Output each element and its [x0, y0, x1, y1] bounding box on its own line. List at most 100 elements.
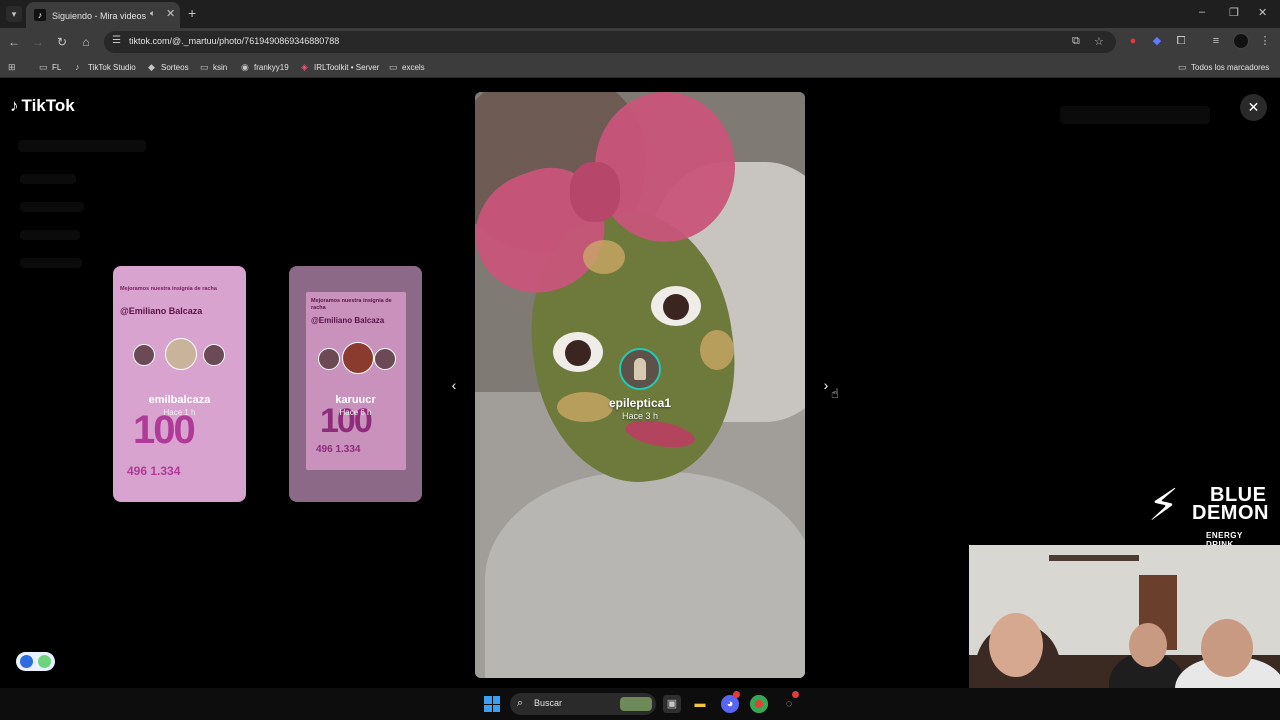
irltoolkit-icon: ◈ — [301, 62, 308, 72]
webcam-shelf — [1049, 555, 1139, 561]
apps-grid-icon[interactable]: ⊞ — [8, 61, 21, 73]
story-thumbnail: Mejoramos nuestra insignia de racha @Emi… — [113, 266, 246, 502]
bookmark-frankyy19[interactable]: ◉ frankyy19 — [241, 61, 289, 73]
photo-pupil — [565, 340, 591, 366]
extensions-puzzle-icon[interactable]: ⧠ — [1173, 33, 1189, 49]
floating-helper-widget[interactable] — [16, 652, 55, 671]
background-header-ghost — [1060, 106, 1210, 124]
avatar — [318, 348, 340, 370]
browser-toolbar: ← → ↻ ⌂ ☰ tiktok.com/@._martuu/photo/761… — [0, 28, 1280, 56]
brand-line2: DEMON — [1192, 502, 1269, 524]
story-card-emilbalcaza[interactable]: Mejoramos nuestra insignia de racha @Emi… — [113, 266, 246, 502]
author-time: Hace 3 h — [621, 411, 659, 421]
folder-icon: ▭ — [1178, 62, 1187, 72]
bookmark-tiktok-studio[interactable]: ♪ TikTok Studio — [75, 61, 136, 73]
tiktok-note-icon: ♪ — [10, 96, 19, 115]
author-avatar[interactable] — [619, 348, 661, 390]
notification-badge — [733, 691, 740, 698]
story-time: Hace 6 h — [339, 408, 372, 417]
folder-icon: ▭ — [200, 62, 209, 72]
hand-cursor-icon: ☝︎ — [831, 386, 839, 401]
chrome-icon[interactable] — [750, 695, 768, 713]
webcam-face — [989, 613, 1043, 677]
task-view-icon[interactable]: ▣ — [663, 695, 681, 713]
menu-kebab-icon[interactable]: ⋮ — [1257, 33, 1273, 49]
photo-shirt — [485, 472, 805, 678]
forward-button[interactable]: → — [29, 33, 47, 51]
windows-taskbar: ⌕ Buscar ▣ ▬ ◕ ◌ — [0, 688, 1280, 720]
current-story-photo[interactable]: epileptica1 Hace 3 h — [475, 92, 805, 678]
photo-pupil — [663, 294, 689, 320]
minimize-button[interactable]: – — [1199, 6, 1205, 18]
card-avatars — [316, 342, 396, 382]
folder-icon: ▭ — [389, 62, 398, 72]
play-icon — [20, 655, 33, 668]
avatar — [165, 338, 197, 370]
reload-button[interactable]: ↻ — [53, 33, 71, 51]
photo-eye — [553, 332, 603, 372]
card-avatars — [131, 338, 227, 378]
taskbar-search-label: Buscar — [534, 698, 563, 708]
file-explorer-icon[interactable]: ▬ — [691, 695, 709, 713]
search-highlight-image — [620, 697, 652, 711]
tiktok-icon: ♪ — [75, 62, 80, 72]
background-nav-ghost — [20, 258, 82, 268]
bookmark-star-icon[interactable]: ☆ — [1094, 35, 1104, 48]
story-time: Hace 1 h — [163, 408, 196, 417]
story-username: karuucr — [335, 394, 376, 406]
address-bar[interactable]: ☰ tiktok.com/@._martuu/photo/76194908693… — [104, 31, 1116, 53]
tiktok-favicon-icon: ♪ — [34, 9, 46, 21]
streak-stats: 496 1.334 — [316, 444, 361, 455]
story-card-karuucr[interactable]: Mejoramos nuestra insignia de racha @Emi… — [289, 266, 422, 502]
author-username[interactable]: epileptica1 — [475, 396, 805, 410]
tiktok-logo[interactable]: ♪ TikTok — [10, 95, 75, 117]
speaker-icon[interactable]: 🔈︎ — [150, 8, 155, 19]
photo-eye — [651, 286, 701, 326]
avatar — [203, 344, 225, 366]
card-headline: Mejoramos nuestra insignia de racha — [311, 298, 392, 311]
previous-story-button[interactable]: ‹ — [443, 374, 465, 396]
browser-tab-active[interactable]: ♪ Siguiendo - Mira videos pu... 🔈︎ ✕ — [26, 2, 180, 28]
story-thumbnail: Mejoramos nuestra insignia de racha @Emi… — [306, 292, 406, 470]
sponsor-logo: ⚡︎ BLUE DEMON ENERGY DRINK — [1148, 476, 1272, 549]
bookmark-fl[interactable]: ▭ FL — [39, 61, 61, 73]
tab-close-icon[interactable]: ✕ — [166, 7, 175, 20]
url-text[interactable]: tiktok.com/@._martuu/photo/7619490869346… — [129, 36, 339, 46]
media-controls-icon[interactable]: ≡ — [1208, 33, 1224, 49]
avatar — [634, 358, 646, 380]
extension-red-icon[interactable]: ● — [1125, 33, 1141, 49]
running-figure-icon: ⚡︎ — [1148, 481, 1179, 530]
window-close-button[interactable]: ✕ — [1258, 6, 1267, 19]
tab-search-button[interactable]: ▾ — [6, 6, 22, 22]
restore-button[interactable]: ❐ — [1229, 6, 1239, 19]
new-tab-button[interactable]: + — [188, 5, 196, 21]
folder-icon: ▭ — [39, 62, 48, 72]
background-nav-ghost — [20, 174, 76, 184]
bookmarks-bar: ⊞ ▭ FL ♪ TikTok Studio ◆ Sorteos ▭ ksin ◉ fra… — [0, 56, 1280, 78]
site-info-icon[interactable]: ☰ — [112, 35, 121, 46]
bookmark-excels[interactable]: ▭ excels — [389, 61, 425, 73]
bookmark-ksin[interactable]: ▭ ksin — [200, 61, 227, 73]
webcam-face — [1129, 623, 1167, 667]
card-handle: @Emiliano Balcaza — [311, 316, 385, 325]
webcam-face — [1201, 619, 1253, 677]
background-nav-ghost — [20, 202, 84, 212]
windows-start-button[interactable] — [484, 696, 500, 712]
taskbar-search[interactable]: ⌕ Buscar — [510, 693, 656, 715]
avatar — [374, 348, 396, 370]
back-button[interactable]: ← — [5, 33, 23, 51]
profile-avatar[interactable] — [1233, 33, 1249, 49]
card-handle: @Emiliano Balcaza — [120, 306, 203, 316]
photo-spot — [700, 330, 734, 370]
avatar — [342, 342, 374, 374]
streak-stats: 496 1.334 — [127, 464, 181, 478]
bookmark-sorteos[interactable]: ◆ Sorteos — [148, 61, 189, 73]
status-icon — [38, 655, 51, 668]
close-viewer-button[interactable]: ✕ — [1240, 94, 1267, 121]
install-app-icon[interactable]: ⧉ — [1072, 35, 1080, 48]
all-bookmarks[interactable]: ▭ Todos los marcadores — [1178, 61, 1269, 73]
home-button[interactable]: ⌂ — [77, 33, 95, 51]
extension-blue-icon[interactable]: ◆ — [1149, 33, 1165, 49]
photo-bow — [595, 92, 735, 242]
bookmark-irltoolkit[interactable]: ◈ IRLToolkit • Server — [301, 61, 379, 73]
